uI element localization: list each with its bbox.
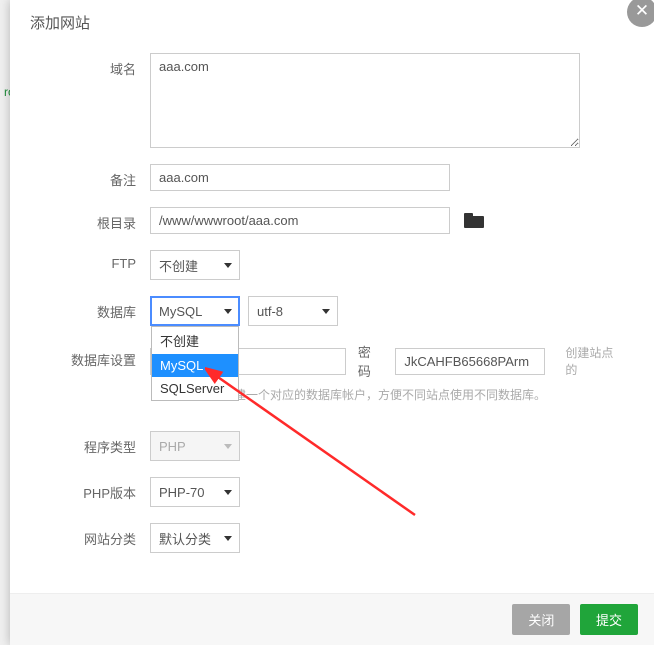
ftp-select-value: 不创建 — [159, 256, 198, 275]
ftp-label: FTP — [70, 250, 150, 271]
db-select[interactable]: MySQL 不创建 MySQL SQLServer — [150, 296, 240, 326]
db-option-mysql[interactable]: MySQL — [152, 354, 238, 377]
modal-close-button[interactable]: ✕ — [627, 0, 654, 27]
submit-button[interactable]: 提交 — [580, 604, 638, 635]
phpver-select[interactable]: PHP-70 — [150, 477, 240, 507]
program-select-value: PHP — [159, 439, 186, 454]
program-select: PHP — [150, 431, 240, 461]
remark-label: 备注 — [70, 164, 150, 189]
add-site-modal: ✕ 添加网站 域名 aaa.com 备注 根目录 FTP 不创建 — [10, 0, 654, 645]
close-button[interactable]: 关闭 — [512, 604, 570, 635]
root-label: 根目录 — [70, 207, 150, 232]
modal-footer: 关闭 提交 — [10, 593, 654, 645]
dbset-side-hint: 创建站点的 — [565, 344, 624, 378]
category-select-value: 默认分类 — [159, 529, 211, 548]
db-label: 数据库 — [70, 296, 150, 321]
domain-label: 域名 — [70, 53, 150, 78]
dbset-pwd-input[interactable] — [395, 348, 545, 375]
phpver-select-value: PHP-70 — [159, 485, 205, 500]
root-input[interactable] — [150, 207, 450, 234]
category-select[interactable]: 默认分类 — [150, 523, 240, 553]
db-select-dropdown: 不创建 MySQL SQLServer — [151, 326, 239, 401]
phpver-label: PHP版本 — [70, 477, 150, 502]
category-label: 网站分类 — [70, 523, 150, 548]
program-label: 程序类型 — [70, 431, 150, 456]
folder-icon[interactable] — [464, 213, 484, 229]
db-select-value: MySQL — [159, 304, 202, 319]
modal-title: 添加网站 — [10, 0, 654, 43]
remark-input[interactable] — [150, 164, 450, 191]
modal-body: 域名 aaa.com 备注 根目录 FTP 不创建 数据库 — [10, 43, 654, 579]
charset-select[interactable]: utf-8 — [248, 296, 338, 326]
charset-select-value: utf-8 — [257, 304, 283, 319]
dbset-pwd-label: 密码 — [354, 342, 387, 380]
db-option-none[interactable]: 不创建 — [152, 327, 238, 354]
domain-input[interactable]: aaa.com — [150, 53, 580, 148]
db-option-sqlserver[interactable]: SQLServer — [152, 377, 238, 400]
dbset-label: 数据库设置 — [70, 342, 150, 369]
ftp-select[interactable]: 不创建 — [150, 250, 240, 280]
